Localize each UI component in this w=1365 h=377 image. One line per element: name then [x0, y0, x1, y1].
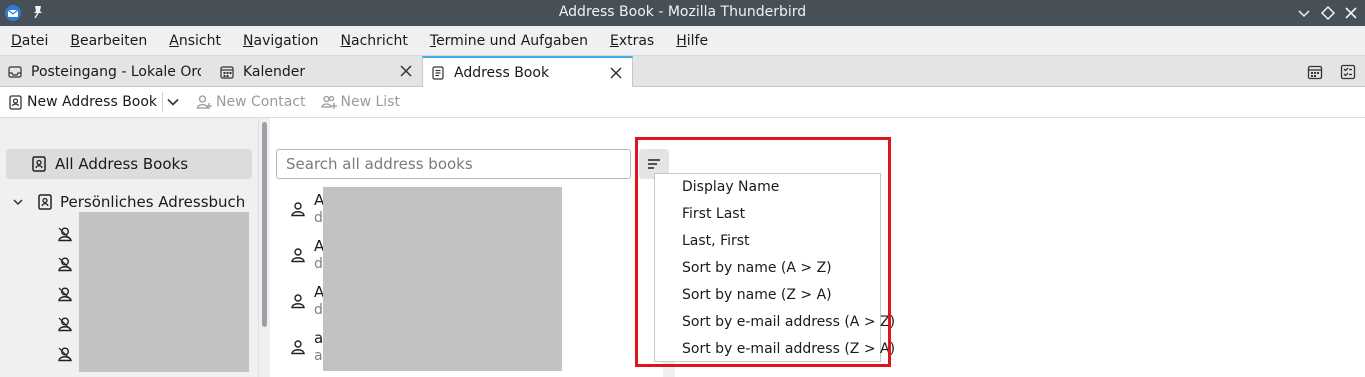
minimize-icon[interactable]: [1296, 5, 1312, 21]
menu-navigation[interactable]: Navigation: [232, 33, 330, 49]
new-address-book-label: New Address Book: [27, 94, 158, 110]
redacted-area: [79, 212, 249, 372]
persoenliches-adressbuch-item[interactable]: Persönliches Adressbuch: [12, 193, 245, 211]
menu-bar: Datei Bearbeiten Ansicht Navigation Nach…: [0, 26, 1365, 56]
calendar-view-icon[interactable]: [1307, 64, 1323, 80]
contact-list-icon[interactable]: [57, 256, 73, 272]
tab-label: Posteingang - Lokale Ordne: [31, 63, 201, 80]
new-list-button[interactable]: New List: [320, 87, 400, 118]
menu-hilfe[interactable]: Hilfe: [665, 33, 719, 49]
new-list-icon: [320, 95, 337, 109]
address-book-icon: [38, 194, 52, 210]
menu-bearbeiten[interactable]: Bearbeiten: [59, 33, 158, 49]
tab-inbox[interactable]: Posteingang - Lokale Ordne: [0, 56, 212, 87]
contact-icon: [291, 294, 305, 309]
new-address-book-button[interactable]: New Address Book: [8, 87, 157, 118]
all-address-books-item[interactable]: All Address Books: [6, 149, 252, 179]
contact-icon: [291, 248, 305, 263]
contact-icon: [291, 340, 305, 355]
title-bar: Address Book - Mozilla Thunderbird: [0, 0, 1365, 26]
menu-datei[interactable]: Datei: [0, 33, 59, 49]
all-address-books-label: All Address Books: [55, 155, 189, 173]
tab-calendar[interactable]: Kalender: [212, 56, 422, 87]
tab-bar: Posteingang - Lokale Ordne Kalender Addr…: [0, 56, 1365, 88]
contact-email: a: [314, 348, 323, 364]
chevron-down-icon[interactable]: [166, 95, 180, 109]
persoenliches-adressbuch-label: Persönliches Adressbuch: [60, 193, 246, 211]
highlight-annotation: [635, 137, 891, 367]
address-books-sidebar: All Address Books Persönliches Adressbuc…: [0, 118, 258, 377]
search-input[interactable]: Search all address books: [276, 149, 631, 179]
contact-email: d: [314, 256, 323, 272]
close-window-icon[interactable]: [1343, 5, 1359, 21]
new-list-label: New List: [340, 94, 400, 110]
redacted-area: [323, 187, 562, 371]
address-book-icon: [32, 156, 46, 172]
address-book-icon: [432, 66, 444, 80]
tab-address-book[interactable]: Address Book: [422, 56, 633, 88]
tab-label: Kalender: [243, 63, 306, 80]
sidebar-scrollbar-thumb[interactable]: [262, 122, 267, 327]
new-contact-icon: [196, 95, 213, 109]
toolbar-divider: [162, 92, 164, 112]
inbox-icon: [8, 65, 22, 78]
contact-icon: [291, 202, 305, 217]
contact-list-icon[interactable]: [57, 226, 73, 242]
address-book-icon: [9, 94, 22, 110]
window-title: Address Book - Mozilla Thunderbird: [558, 4, 807, 20]
contact-list-icon[interactable]: [57, 316, 73, 332]
close-tab-icon[interactable]: [610, 67, 622, 79]
menu-ansicht[interactable]: Ansicht: [158, 33, 232, 49]
contact-list-icon[interactable]: [57, 286, 73, 302]
address-book-toolbar: New Address Book New Contact New List: [0, 87, 1365, 118]
chevron-down-icon[interactable]: [12, 196, 24, 208]
menu-nachricht[interactable]: Nachricht: [330, 33, 419, 49]
close-tab-icon[interactable]: [400, 65, 412, 77]
sidebar-scrollbar[interactable]: [258, 118, 270, 377]
new-contact-button[interactable]: New Contact: [196, 87, 306, 118]
contact-name: a: [314, 329, 324, 347]
contact-list-icon[interactable]: [57, 346, 73, 362]
tasks-view-icon[interactable]: [1340, 64, 1356, 80]
new-contact-label: New Contact: [216, 94, 306, 110]
menu-extras[interactable]: Extras: [599, 33, 665, 49]
contact-email: d: [314, 210, 323, 226]
calendar-icon: [220, 65, 234, 79]
menu-termine[interactable]: Termine und Aufgaben: [419, 33, 599, 49]
tab-label: Address Book: [454, 65, 550, 81]
maximize-icon[interactable]: [1320, 5, 1336, 21]
contact-email: d: [314, 302, 323, 318]
